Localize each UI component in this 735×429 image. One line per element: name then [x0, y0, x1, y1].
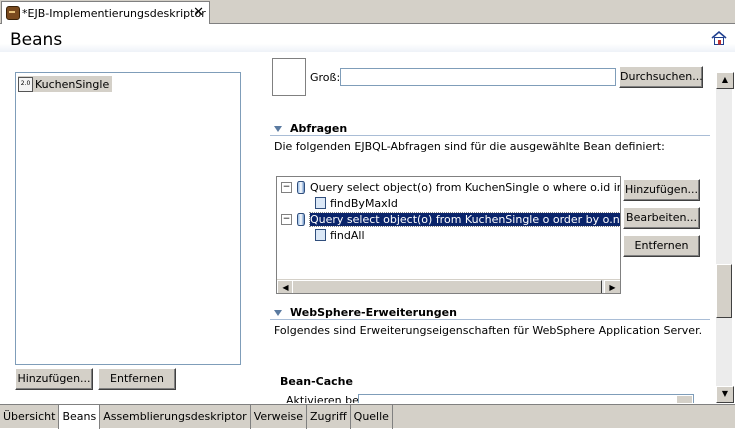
activate-label: Aktivieren bei: [286, 394, 366, 403]
browse-button[interactable]: Durchsuchen... [619, 66, 703, 88]
tab-overview[interactable]: Übersicht [0, 405, 60, 429]
query-tree[interactable]: − Query select object(o) from KuchenSing… [276, 176, 621, 294]
method-name: findAll [330, 228, 365, 242]
editor-tab-title: *EJB-Implementierungsdeskriptor [22, 6, 206, 20]
queries-section-header[interactable]: Abfragen [274, 122, 347, 135]
websphere-section-header[interactable]: WebSphere-Erweiterungen [274, 306, 457, 319]
scroll-up-icon[interactable]: ▲ [716, 72, 734, 89]
collapse-toggle-icon[interactable]: − [281, 181, 292, 193]
method-icon [315, 229, 326, 241]
tab-beans[interactable]: Beans [59, 405, 101, 429]
collapse-icon [274, 125, 282, 132]
query-text: Query select object(o) from KuchenSingle… [310, 180, 621, 194]
collapse-toggle-icon[interactable]: − [281, 213, 292, 225]
bean-list[interactable]: 2.0 KuchenSingle [15, 72, 241, 365]
page-header [0, 24, 735, 52]
page-tabs: Übersicht Beans Assemblierungsdeskriptor… [0, 404, 735, 429]
queries-section-title: Abfragen [290, 122, 348, 135]
websphere-description: Folgendes sind Erweiterungseigenschaften… [274, 324, 703, 337]
size-input[interactable] [340, 68, 616, 86]
remove-query-button[interactable]: Entfernen [623, 235, 700, 257]
tree-node-query[interactable]: − Query select object(o) from KuchenSing… [281, 211, 620, 227]
editor-tab[interactable]: *EJB-Implementierungsdeskriptor ✕ [1, 1, 210, 24]
ejb-descriptor-icon [6, 6, 20, 20]
method-icon [315, 197, 326, 209]
editor-tab-strip: *EJB-Implementierungsdeskriptor ✕ [0, 0, 735, 24]
add-query-button[interactable]: Hinzufügen... [623, 179, 700, 201]
query-db-icon [297, 180, 305, 194]
tree-node-method[interactable]: findByMaxId [315, 195, 398, 211]
section-divider [270, 135, 710, 136]
tab-assembly-descriptor[interactable]: Assemblierungsdeskriptor [100, 405, 251, 429]
tree-node-query[interactable]: − Query select object(o) from KuchenSing… [281, 179, 621, 195]
add-bean-button[interactable]: Hinzufügen... [15, 368, 93, 390]
bean-cache-title: Bean-Cache [280, 375, 353, 388]
size-label: Groß: [310, 71, 341, 84]
tree-node-method[interactable]: findAll [315, 227, 365, 243]
tab-access[interactable]: Zugriff [307, 405, 351, 429]
activate-select[interactable] [358, 394, 694, 403]
scroll-down-icon[interactable]: ▼ [716, 386, 734, 403]
queries-description: Die folgenden EJBQL-Abfragen sind für di… [274, 140, 665, 153]
query-text-selected: Query select object(o) from KuchenSingle… [309, 211, 620, 227]
query-db-icon [297, 212, 305, 226]
edit-query-button[interactable]: Bearbeiten... [623, 207, 700, 229]
bean-list-item[interactable]: 2.0 KuchenSingle [18, 76, 113, 92]
websphere-section-title: WebSphere-Erweiterungen [290, 306, 457, 319]
tab-source[interactable]: Quelle [351, 405, 393, 429]
method-name: findByMaxId [330, 196, 398, 210]
remove-bean-button[interactable]: Entfernen [98, 368, 176, 390]
horizontal-scrollbar[interactable]: ◀ ▶ [277, 279, 620, 293]
home-icon[interactable] [711, 30, 727, 46]
page-title: Beans [10, 30, 63, 50]
scrollbar-thumb[interactable] [292, 280, 602, 293]
close-icon[interactable]: ✕ [193, 5, 204, 20]
section-divider [270, 319, 710, 320]
vertical-scrollbar[interactable]: ▲ ▼ [716, 72, 734, 403]
scrollbar-thumb[interactable] [716, 264, 732, 318]
image-preview [272, 58, 306, 96]
bean-list-item-label: KuchenSingle [35, 77, 110, 91]
ejb-bean-icon: 2.0 [18, 76, 33, 92]
scroll-right-icon[interactable]: ▶ [604, 280, 620, 293]
collapse-icon [274, 309, 282, 316]
tab-references[interactable]: Verweise [251, 405, 307, 429]
chevron-down-icon[interactable] [676, 395, 693, 403]
bean-details-panel: Groß: Durchsuchen... Abfragen Die folgen… [262, 53, 712, 403]
